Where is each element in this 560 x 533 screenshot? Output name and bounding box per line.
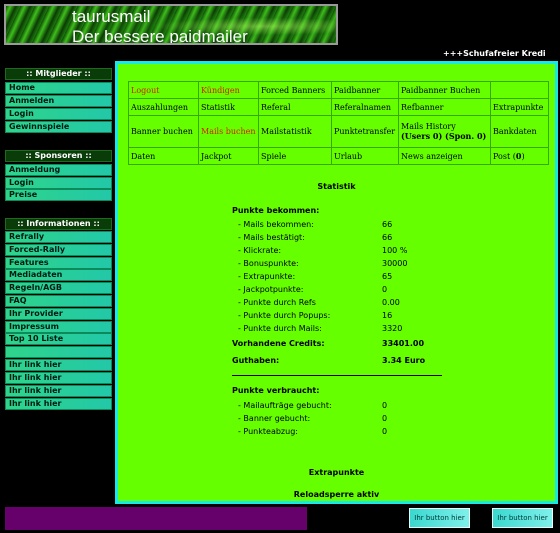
stat-label: - Bonuspunkte:	[238, 259, 299, 268]
spon-label: Spon.	[448, 131, 475, 141]
statistik-title: Statistik	[317, 182, 356, 191]
nav-logout[interactable]: Logout	[128, 81, 199, 99]
nav-news-anzeigen[interactable]: News anzeigen	[398, 147, 491, 165]
stat-label: - Mails bekommen:	[238, 220, 314, 229]
sidebar-link-4[interactable]: Ihr link hier	[5, 398, 112, 410]
users-label: Users	[404, 131, 431, 141]
credits-label: Vorhandene Credits:	[232, 339, 325, 348]
stat-label: - Mailaufträge gebucht:	[238, 401, 332, 410]
nav-post[interactable]: Post (0)	[490, 147, 549, 165]
nav-jackpot[interactable]: Jackpot	[198, 147, 259, 165]
site-slogan: Der bessere paidmailer	[72, 27, 248, 45]
nav-extrapunkte[interactable]: Extrapunkte	[490, 98, 549, 116]
nav-banner-buchen[interactable]: Banner buchen	[128, 115, 199, 148]
sidebar-link-2[interactable]: Ihr link hier	[5, 372, 112, 384]
guthaben-value: 3.34 Euro	[382, 356, 426, 365]
stat-value: 16	[382, 311, 393, 320]
sidebar-item-regeln-agb[interactable]: Regeln/AGB	[5, 282, 112, 294]
ad-button-2[interactable]: Ihr button hier	[492, 508, 553, 528]
nav-urlaub[interactable]: Urlaub	[331, 147, 399, 165]
nav-refbanner[interactable]: Refbanner	[398, 98, 491, 116]
sidebar-item-faq[interactable]: FAQ	[5, 295, 112, 307]
stat-label: - Banner gebucht:	[238, 414, 311, 423]
punkte-bekommen-header: Punkte bekommen:	[232, 206, 320, 215]
stat-value: 0.00	[382, 298, 400, 307]
stat-value: 65	[382, 272, 393, 281]
sidebar-item-forced-rally[interactable]: Forced-Rally	[5, 244, 112, 256]
nav-paidbanner[interactable]: Paidbanner	[331, 81, 399, 99]
sidebar-item-ihr-provider[interactable]: Ihr Provider	[5, 308, 112, 320]
nav-spiele[interactable]: Spiele	[258, 147, 332, 165]
stat-label: - Punkte durch Mails:	[238, 324, 322, 333]
sidebar-item-sponsor-login[interactable]: Login	[5, 177, 112, 189]
users-count: 0	[432, 131, 439, 141]
sidebar-item-login[interactable]: Login	[5, 108, 112, 120]
stat-value: 0	[382, 285, 388, 294]
marquee-ticker: +++Schufafreier Kredi	[443, 49, 546, 58]
sidebar-item-anmeldung[interactable]: Anmeldung	[5, 164, 112, 176]
stat-label: - Punkte durch Refs	[238, 298, 316, 307]
sidebar-item-blank	[5, 346, 112, 358]
nav-daten[interactable]: Daten	[128, 147, 199, 165]
nav-kuendigen[interactable]: Kündigen	[198, 81, 259, 99]
stat-value: 0	[382, 414, 388, 423]
stat-value: 100 %	[382, 246, 408, 255]
nav-bankdaten[interactable]: Bankdaten	[490, 115, 549, 148]
member-nav-table: Logout Kündigen Forced Banners Paidbanne…	[128, 81, 549, 165]
sidebar-item-home[interactable]: Home	[5, 82, 112, 94]
stat-label: - Mails bestätigt:	[238, 233, 305, 242]
spon-count: 0	[476, 131, 483, 141]
stat-label: - Punkte durch Popups:	[238, 311, 331, 320]
stats-divider	[232, 375, 442, 376]
nav-empty-cell	[490, 81, 549, 99]
sidebar-head-sponsoren: :: Sponsoren ::	[5, 150, 112, 162]
nav-punktetransfer[interactable]: Punktetransfer	[331, 115, 399, 148]
mails-history-label: Mails History	[401, 122, 456, 131]
sidebar-item-preise[interactable]: Preise	[5, 189, 112, 201]
stat-value: 66	[382, 220, 393, 229]
punkte-verbraucht-header: Punkte verbraucht:	[232, 386, 320, 395]
post-count: 0	[515, 151, 522, 161]
nav-mails-history[interactable]: Mails History (Users 0) (Spon. 0)	[398, 115, 491, 148]
site-name: taurusmail	[72, 7, 151, 26]
sidebar-head-informationen: :: Informationen ::	[5, 218, 112, 230]
bottom-banner	[5, 507, 307, 530]
stat-value: 66	[382, 233, 393, 242]
stat-label: - Punkteabzug:	[238, 427, 298, 436]
nav-referalnamen[interactable]: Referalnamen	[331, 98, 399, 116]
sidebar-item-anmelden[interactable]: Anmelden	[5, 95, 112, 107]
sidebar-link-3[interactable]: Ihr link hier	[5, 385, 112, 397]
stat-value: 30000	[382, 259, 408, 268]
sidebar-item-impressum[interactable]: Impressum	[5, 321, 112, 333]
main-panel: Logout Kündigen Forced Banners Paidbanne…	[115, 61, 558, 504]
stat-value: 0	[382, 427, 388, 436]
extrapunkte-title: Extrapunkte	[308, 468, 365, 477]
nav-referal[interactable]: Referal	[258, 98, 332, 116]
sidebar-item-refrally[interactable]: Refrally	[5, 231, 112, 243]
sidebar-head-mitglieder: :: Mitglieder ::	[5, 68, 112, 80]
stat-value: 0	[382, 401, 388, 410]
reload-status: Reloadsperre aktiv	[293, 490, 380, 499]
nav-mails-buchen[interactable]: Mails buchen	[198, 115, 259, 148]
stat-value: 3320	[382, 324, 403, 333]
sidebar-item-top10[interactable]: Top 10 Liste	[5, 333, 112, 345]
stat-label: - Jackpotpunkte:	[238, 285, 304, 294]
sidebar-item-mediadaten[interactable]: Mediadaten	[5, 269, 112, 281]
nav-auszahlungen[interactable]: Auszahlungen	[128, 98, 199, 116]
sidebar-item-gewinnspiele[interactable]: Gewinnspiele	[5, 121, 112, 133]
guthaben-label: Guthaben:	[232, 356, 280, 365]
credits-value: 33401.00	[382, 339, 425, 348]
post-label: Post	[493, 152, 511, 161]
stat-label: - Klickrate:	[238, 246, 282, 255]
nav-statistik[interactable]: Statistik	[198, 98, 259, 116]
sidebar-item-features[interactable]: Features	[5, 257, 112, 269]
nav-paidbanner-buchen[interactable]: Paidbanner Buchen	[398, 81, 491, 99]
stat-label: - Extrapunkte:	[238, 272, 296, 281]
mails-history-counts: (Users 0) (Spon. 0)	[401, 131, 487, 141]
sidebar-link-1[interactable]: Ihr link hier	[5, 359, 112, 371]
ad-button-1[interactable]: Ihr button hier	[409, 508, 470, 528]
nav-forced-banners[interactable]: Forced Banners	[258, 81, 332, 99]
header-banner: taurusmail Der bessere paidmailer	[4, 4, 338, 45]
nav-mailstatistik[interactable]: Mailstatistik	[258, 115, 332, 148]
